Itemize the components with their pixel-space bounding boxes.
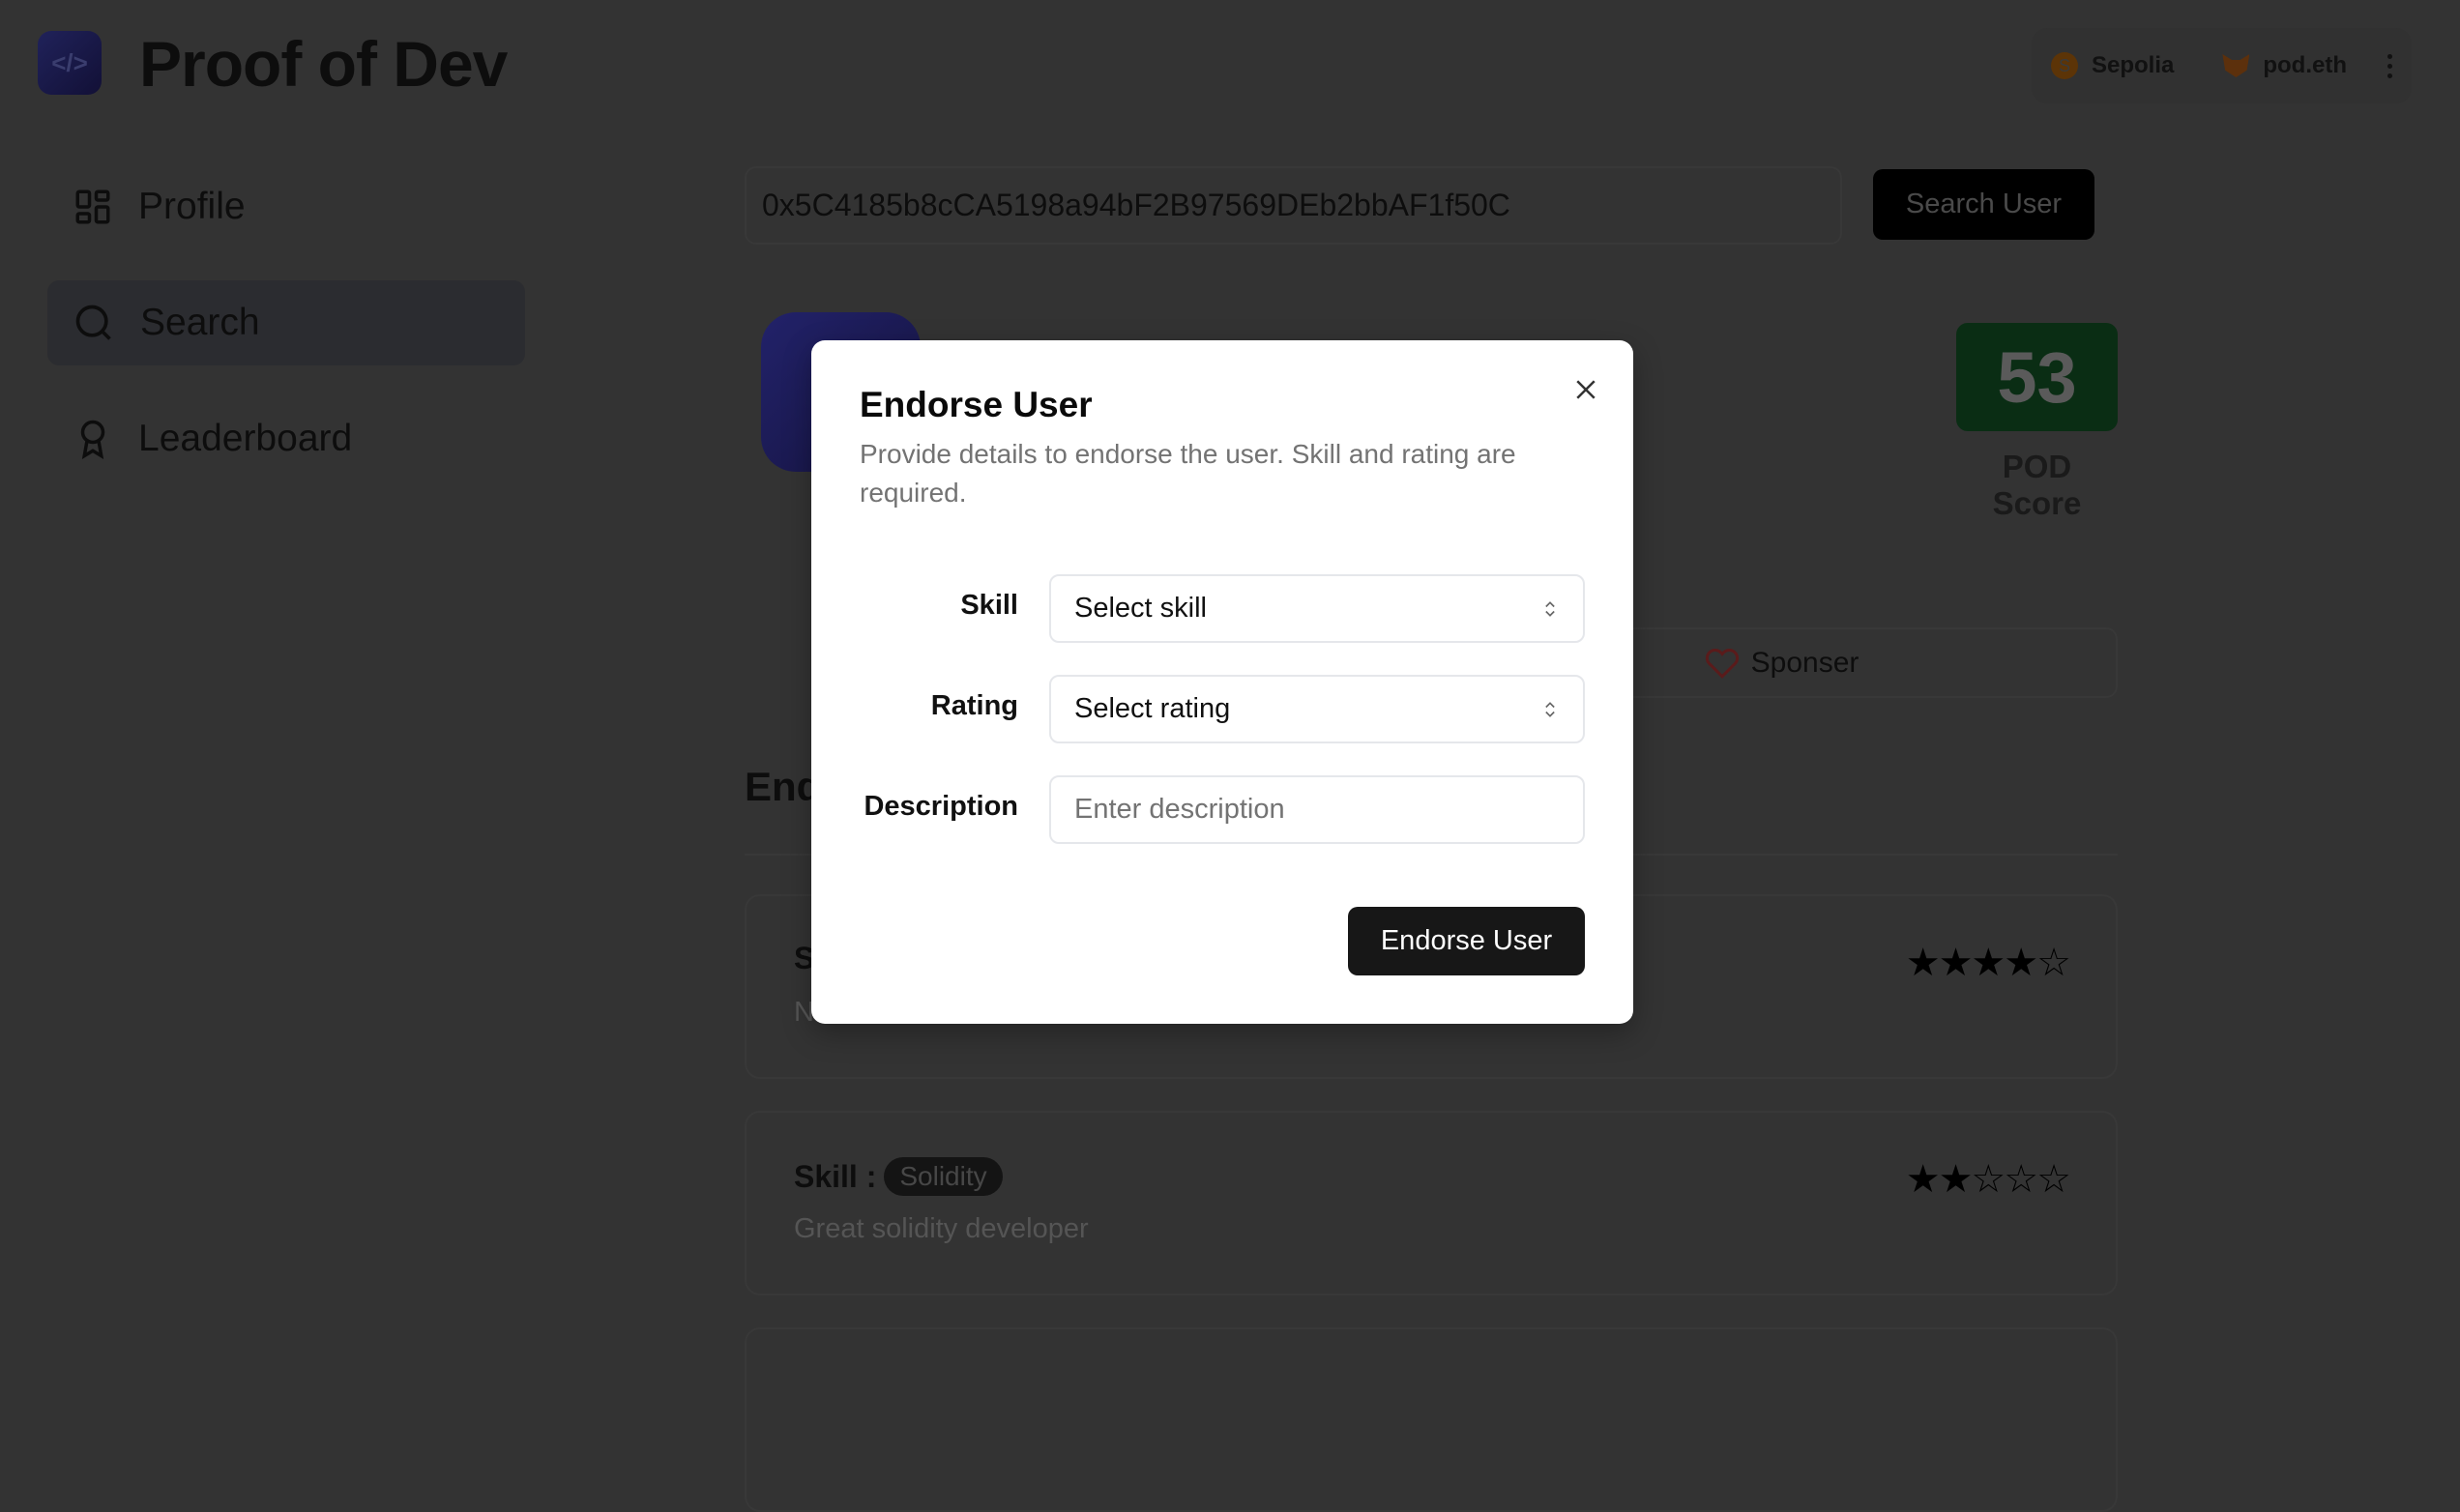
app-logo: </> xyxy=(38,31,102,95)
sidebar-item-leaderboard[interactable]: Leaderboard xyxy=(47,396,525,481)
wallet-bar: S Sepolia pod.eth xyxy=(2032,28,2412,103)
dialog-title: Endorse User xyxy=(860,385,1093,424)
address-search-input[interactable]: 0x5C4185b8cCA5198a94bF2B97569DEb2bbAF1f5… xyxy=(745,166,1842,245)
rating-select[interactable]: Select rating xyxy=(1049,675,1585,743)
sidebar-item-label: Search xyxy=(140,302,260,343)
star-empty-icon: ☆ xyxy=(2036,942,2071,984)
star-filled-icon: ★ xyxy=(1905,1158,1941,1201)
star-empty-icon: ☆ xyxy=(2036,1158,2071,1201)
endorse-user-dialog: Endorse User Provide details to endorse … xyxy=(811,340,1633,1024)
skill-select-value: Select skill xyxy=(1074,593,1207,624)
rating-select-value: Select rating xyxy=(1074,693,1231,724)
endorsement-description: Great solidity developer xyxy=(794,1213,1089,1244)
pod-score-label: POD Score xyxy=(1992,449,2082,521)
sponser-label: Sponser xyxy=(1750,646,1860,679)
sidebar-item-label: Profile xyxy=(138,186,246,227)
star-filled-icon: ★ xyxy=(1938,942,1974,984)
pod-score-value: 53 xyxy=(1956,323,2118,431)
endorsement-card: Skill : Solidity Great solidity developer… xyxy=(745,1111,2118,1295)
more-options-icon[interactable] xyxy=(2387,53,2392,78)
heart-icon xyxy=(1705,648,1739,679)
star-filled-icon: ★ xyxy=(1971,942,2006,984)
chevron-up-down-icon xyxy=(1545,600,1555,617)
skill-label: Skill : xyxy=(794,1158,877,1194)
metamask-fox-icon xyxy=(2222,54,2250,77)
star-filled-icon: ★ xyxy=(1938,1158,1974,1201)
code-icon: </> xyxy=(51,47,88,77)
star-rating: ★★☆☆☆ xyxy=(1905,1157,2071,1202)
description-input[interactable]: Enter description xyxy=(1049,775,1585,844)
star-filled-icon: ★ xyxy=(2004,942,2038,984)
chevron-up-down-icon xyxy=(1545,701,1555,717)
sidebar-item-search[interactable]: Search xyxy=(47,280,525,365)
grid-icon xyxy=(75,189,110,224)
search-user-button[interactable]: Search User xyxy=(1873,169,2094,240)
star-filled-icon: ★ xyxy=(1905,942,1941,984)
description-label: Description xyxy=(864,791,1018,822)
network-selector[interactable]: Sepolia xyxy=(2092,52,2174,79)
account-button[interactable]: pod.eth xyxy=(2263,52,2347,79)
sidebar-item-label: Leaderboard xyxy=(138,418,353,459)
app-title: Proof of Dev xyxy=(139,28,508,100)
rating-label: Rating xyxy=(930,690,1018,721)
search-icon xyxy=(75,305,111,340)
skill-label: Skill xyxy=(960,590,1018,621)
star-empty-icon: ☆ xyxy=(2004,1158,2038,1201)
award-icon xyxy=(80,420,105,459)
star-rating: ★★★★☆ xyxy=(1905,941,2071,985)
endorse-user-button[interactable]: Endorse User xyxy=(1348,907,1585,975)
skill-badge: Solidity xyxy=(884,1157,1003,1196)
dialog-description: Provide details to endorse the user. Ski… xyxy=(860,439,1516,508)
skill-select[interactable]: Select skill xyxy=(1049,574,1585,643)
network-icon: S xyxy=(2051,52,2078,79)
endorsement-card xyxy=(745,1327,2118,1512)
sidebar-item-profile[interactable]: Profile xyxy=(47,164,525,249)
star-empty-icon: ☆ xyxy=(1971,1158,2006,1201)
close-icon[interactable] xyxy=(1571,375,1600,404)
